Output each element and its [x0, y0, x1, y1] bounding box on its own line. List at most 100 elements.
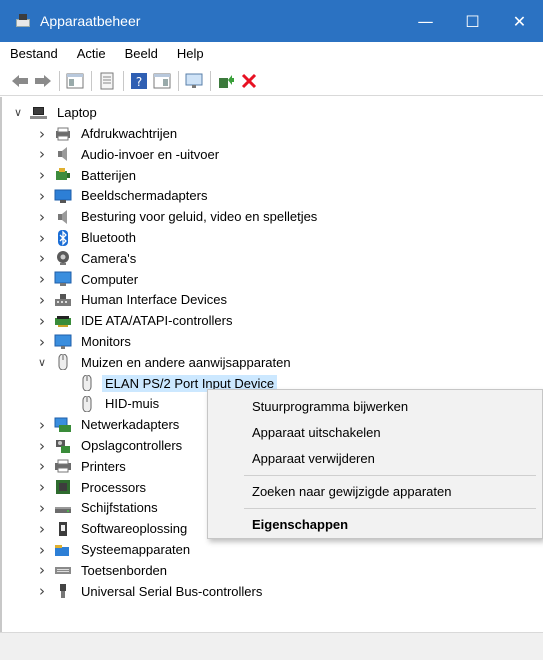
- console-tree-button[interactable]: [65, 71, 85, 91]
- tree-category-besturing-voor-geluid-video-en-spelletjes[interactable]: › Besturing voor geluid, video en spellet…: [36, 206, 320, 227]
- view-pane-icon: [153, 73, 171, 88]
- tree-category-camera-s[interactable]: › Camera's: [36, 248, 139, 269]
- scan-hardware-button[interactable]: [184, 71, 204, 91]
- document-icon: [100, 72, 114, 89]
- ctx-update-driver[interactable]: Stuurprogramma bijwerken: [208, 394, 543, 418]
- chevron-right-icon[interactable]: ›: [36, 499, 48, 517]
- close-button[interactable]: ✕: [496, 0, 543, 42]
- menu-beeld[interactable]: Beeld: [125, 46, 158, 61]
- chevron-right-icon[interactable]: ›: [36, 270, 48, 288]
- mouse-icon: [78, 395, 96, 413]
- window-title: Apparaatbeheer: [40, 13, 141, 29]
- tree-category-afdrukwachtrijen[interactable]: › Afdrukwachtrijen: [36, 123, 180, 144]
- tree-category-monitors[interactable]: › Monitors: [36, 331, 134, 352]
- tree-category-softwareoplossing[interactable]: › Softwareoplossing: [36, 518, 190, 539]
- tree-category-batterijen[interactable]: › Batterijen: [36, 165, 139, 186]
- menu-help[interactable]: Help: [177, 46, 204, 61]
- tree-item-label: Beeldschermadapters: [81, 188, 208, 204]
- chevron-right-icon[interactable]: ›: [36, 125, 48, 143]
- chevron-right-icon[interactable]: ›: [36, 541, 48, 559]
- network-adapter-icon: [54, 417, 72, 433]
- chevron-down-icon[interactable]: ∨: [36, 356, 48, 369]
- monitor-scan-icon: [185, 73, 203, 88]
- tree-item-label: Muizen en andere aanwijsapparaten: [81, 354, 291, 370]
- minimize-icon: —: [417, 11, 434, 31]
- chevron-right-icon[interactable]: ›: [36, 166, 48, 184]
- update-driver-button[interactable]: [216, 71, 236, 91]
- ctx-uninstall-device[interactable]: Apparaat verwijderen: [208, 446, 543, 470]
- tree-item-label: Computer: [81, 271, 139, 287]
- maximize-button[interactable]: ☐: [449, 0, 496, 42]
- chevron-right-icon[interactable]: ›: [36, 561, 48, 579]
- tree-category-schijfstations[interactable]: › Schijfstations: [36, 497, 161, 518]
- help-button[interactable]: ?: [129, 71, 149, 91]
- back-button[interactable]: [10, 71, 30, 91]
- tree-category-bluetooth[interactable]: › Bluetooth: [36, 227, 139, 248]
- tree-item-label: Besturing voor geluid, video en spelletj…: [81, 209, 318, 225]
- tree-item-label: Processors: [81, 479, 147, 495]
- chevron-right-icon[interactable]: ›: [36, 437, 48, 455]
- chevron-right-icon[interactable]: ›: [36, 312, 48, 330]
- back-arrow-icon: [12, 74, 28, 87]
- tree-category-ide-ata-atapi-controllers[interactable]: › IDE ATA/ATAPI-controllers: [36, 310, 235, 331]
- minimize-button[interactable]: —: [402, 0, 449, 42]
- ctx-separator: [244, 475, 536, 476]
- menu-actie[interactable]: Actie: [77, 46, 106, 61]
- computer-icon: [54, 271, 72, 287]
- tree-category-audio-invoer-en-uitvoer[interactable]: › Audio-invoer en -uitvoer: [36, 144, 222, 165]
- tree-category-printers[interactable]: › Printers: [36, 456, 129, 477]
- mouse-icon: [54, 353, 72, 371]
- chevron-right-icon[interactable]: ›: [36, 249, 48, 267]
- tree-category-netwerkadapters[interactable]: › Netwerkadapters: [36, 414, 182, 435]
- maximize-icon: ☐: [465, 11, 480, 31]
- chevron-right-icon[interactable]: ›: [36, 145, 48, 163]
- monitor-icon: [54, 334, 72, 350]
- ctx-disable-device[interactable]: Apparaat uitschakelen: [208, 420, 543, 444]
- speaker-icon: [54, 146, 72, 162]
- chevron-right-icon[interactable]: ›: [36, 520, 48, 538]
- tree-item-label: Afdrukwachtrijen: [81, 126, 178, 141]
- chevron-right-icon[interactable]: ›: [36, 478, 48, 496]
- toolbar-separator: [178, 70, 179, 91]
- tree-category-universal-serial-bus-controllers[interactable]: › Universal Serial Bus-controllers: [36, 581, 265, 602]
- software-component-icon: [54, 521, 72, 537]
- tree-device-hid-muis[interactable]: HID-muis: [58, 393, 162, 414]
- tree-category-toetsenborden[interactable]: › Toetsenborden: [36, 560, 170, 581]
- tree-category-human-interface-devices[interactable]: › Human Interface Devices: [36, 289, 230, 310]
- chevron-right-icon[interactable]: ›: [36, 291, 48, 309]
- tree-category-systeemapparaten[interactable]: › Systeemapparaten: [36, 539, 193, 560]
- svg-text:?: ?: [136, 75, 142, 89]
- ide-controller-icon: [54, 313, 72, 329]
- view-button[interactable]: [152, 71, 172, 91]
- toolbar-separator: [91, 70, 92, 91]
- tree-category-opslagcontrollers[interactable]: › Opslagcontrollers: [36, 435, 185, 456]
- forward-button[interactable]: [33, 71, 53, 91]
- chevron-right-icon[interactable]: ›: [36, 582, 48, 600]
- chevron-right-icon[interactable]: ›: [36, 208, 48, 226]
- storage-controller-icon: [54, 438, 72, 454]
- chevron-right-icon[interactable]: ›: [36, 333, 48, 351]
- chevron-down-icon[interactable]: ∨: [12, 106, 24, 119]
- remove-device-icon: [241, 73, 257, 88]
- ctx-properties[interactable]: Eigenschappen: [208, 512, 543, 536]
- ctx-separator: [244, 508, 536, 509]
- forward-arrow-icon: [35, 74, 51, 87]
- printer-queue-icon: [54, 126, 72, 142]
- chevron-right-icon[interactable]: ›: [36, 416, 48, 434]
- tree-item-label: Netwerkadapters: [81, 417, 180, 433]
- tree-category-processors[interactable]: › Processors: [36, 477, 149, 498]
- menu-bestand[interactable]: Bestand: [10, 46, 58, 61]
- chevron-right-icon[interactable]: ›: [36, 229, 48, 247]
- ctx-scan-hardware[interactable]: Zoeken naar gewijzigde apparaten: [208, 479, 543, 503]
- tree-category-beeldschermadapters[interactable]: › Beeldschermadapters: [36, 185, 210, 206]
- tree-item-label: Schijfstations: [81, 500, 158, 516]
- tree-category-muizen-en-andere-aanwijsapparaten[interactable]: ∨ Muizen en andere aanwijsapparaten: [36, 352, 294, 373]
- tree-root-laptop[interactable]: ∨ Laptop: [12, 102, 100, 123]
- chevron-right-icon[interactable]: ›: [36, 187, 48, 205]
- remove-device-button[interactable]: [239, 71, 259, 91]
- toolbar-separator: [210, 70, 211, 91]
- tree-category-computer[interactable]: › Computer: [36, 269, 141, 290]
- chevron-right-icon[interactable]: ›: [36, 457, 48, 475]
- tree-item-label: Audio-invoer en -uitvoer: [81, 146, 220, 162]
- document-button[interactable]: [97, 71, 117, 91]
